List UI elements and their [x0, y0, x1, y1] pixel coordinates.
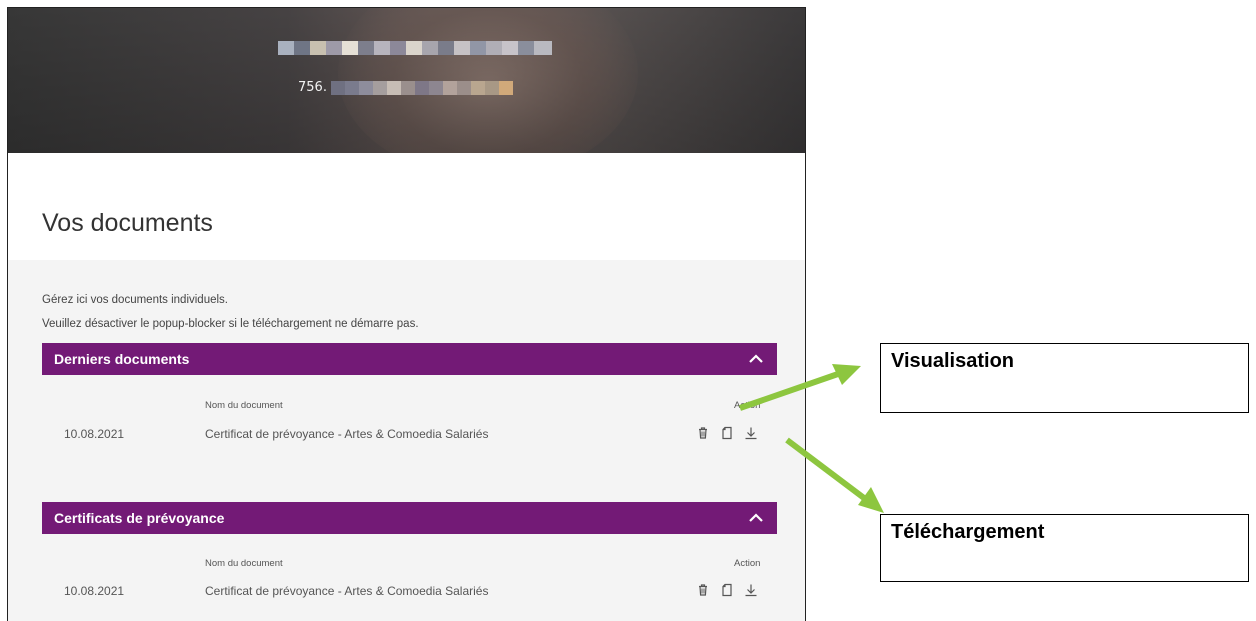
blur-pixel — [428, 80, 443, 95]
chevron-up-icon[interactable] — [747, 350, 765, 368]
insurance-number-prefix: 756. — [298, 80, 327, 95]
blur-pixel — [326, 41, 342, 55]
blur-pixel — [386, 80, 401, 95]
blur-pixel — [498, 80, 513, 95]
blur-pixel — [330, 80, 345, 95]
column-header-name: Nom du document — [205, 558, 283, 569]
blur-pixel — [470, 41, 486, 55]
profile-banner: 756. — [8, 8, 805, 153]
download-icon[interactable] — [744, 583, 758, 597]
document-actions — [696, 583, 758, 597]
blur-pixel — [372, 80, 387, 95]
blur-pixel — [422, 41, 438, 55]
document-view-icon[interactable] — [720, 426, 734, 440]
blur-pixel — [502, 41, 518, 55]
document-date: 10.08.2021 — [64, 584, 125, 598]
blur-pixel — [534, 41, 552, 55]
document-actions — [696, 426, 758, 440]
callout-visualisation: Visualisation — [880, 343, 1249, 413]
trash-icon[interactable] — [696, 583, 710, 597]
blur-pixel — [342, 41, 358, 55]
section-header-latest[interactable]: Derniers documents — [42, 343, 777, 375]
section-title: Derniers documents — [54, 351, 190, 367]
blur-pixel — [486, 41, 502, 55]
section-header-certificates[interactable]: Certificats de prévoyance — [42, 502, 777, 534]
popup-hint-text: Veuillez désactiver le popup-blocker si … — [42, 318, 419, 330]
blur-pixel — [400, 80, 415, 95]
blur-pixel — [278, 41, 294, 55]
arrowhead-telechargement — [858, 487, 884, 513]
blur-pixel — [456, 80, 471, 95]
blur-pixel — [294, 41, 310, 55]
blur-pixel — [484, 80, 499, 95]
intro-text: Gérez ici vos documents individuels. — [42, 294, 228, 306]
blur-pixel — [374, 41, 390, 55]
page-title: Vos documents — [42, 209, 213, 237]
screenshot-frame: 756. Vos documents Gérez ici vos documen… — [7, 7, 806, 621]
blur-pixel — [406, 41, 422, 55]
insurance-number: 756. — [298, 80, 513, 95]
callout-telechargement: Téléchargement — [880, 514, 1249, 582]
blur-pixel — [358, 80, 373, 95]
section-title: Certificats de prévoyance — [54, 510, 225, 526]
column-header-action: Action — [734, 558, 761, 569]
blur-pixel — [442, 80, 457, 95]
chevron-up-icon[interactable] — [747, 509, 765, 527]
download-icon[interactable] — [744, 426, 758, 440]
blur-pixel — [310, 41, 326, 55]
blur-pixel — [344, 80, 359, 95]
document-view-icon[interactable] — [720, 583, 734, 597]
blur-pixel — [390, 41, 406, 55]
arrowhead-visualisation — [832, 364, 861, 385]
blurred-user-name — [278, 41, 552, 55]
blur-pixel — [438, 41, 454, 55]
document-name: Certificat de prévoyance - Artes & Comoe… — [205, 584, 489, 598]
document-name: Certificat de prévoyance - Artes & Comoe… — [205, 427, 489, 441]
blur-pixel — [358, 41, 374, 55]
blur-pixel — [518, 41, 534, 55]
documents-panel: Gérez ici vos documents individuels. Veu… — [8, 260, 805, 621]
column-header-name: Nom du document — [205, 400, 283, 411]
document-date: 10.08.2021 — [64, 427, 125, 441]
trash-icon[interactable] — [696, 426, 710, 440]
blur-pixel — [470, 80, 485, 95]
blurred-insurance-number — [330, 80, 513, 95]
blur-pixel — [414, 80, 429, 95]
blur-pixel — [454, 41, 470, 55]
column-header-action: Action — [734, 400, 761, 411]
